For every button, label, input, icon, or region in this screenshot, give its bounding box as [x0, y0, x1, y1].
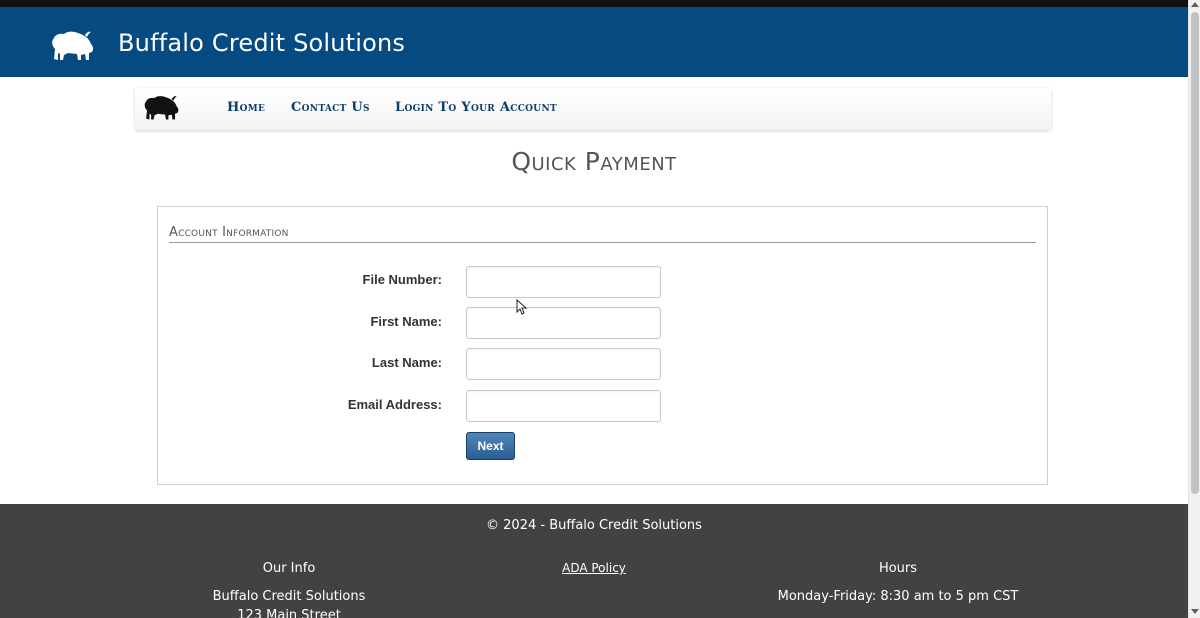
nav-login-link[interactable]: Login To Your Account	[395, 100, 557, 115]
file-number-label: File Number:	[362, 272, 442, 287]
scroll-thumb[interactable]	[1191, 12, 1199, 494]
scroll-down-arrow-icon[interactable]	[1191, 609, 1199, 614]
email-input[interactable]	[466, 390, 661, 422]
page-scrollbar[interactable]	[1188, 0, 1200, 618]
first-name-label: First Name:	[370, 314, 442, 329]
site-title: Buffalo Credit Solutions	[118, 29, 406, 57]
main-nav: Home Contact Us Login To Your Account	[135, 88, 1051, 130]
last-name-label: Last Name:	[371, 355, 442, 370]
copyright-text: © 2024 - Buffalo Credit Solutions	[486, 518, 702, 533]
page: Buffalo Credit Solutions Home Contact Us…	[0, 0, 1200, 618]
site-header: Buffalo Credit Solutions	[0, 7, 1188, 77]
bison-icon[interactable]	[141, 94, 181, 122]
nav-home-link[interactable]: Home	[227, 100, 265, 115]
page-title: Quick Payment	[511, 147, 677, 176]
next-button[interactable]: Next	[466, 432, 515, 460]
file-number-input[interactable]	[466, 266, 661, 298]
scroll-up-arrow-icon[interactable]	[1191, 2, 1199, 7]
nav-contact-link[interactable]: Contact Us	[291, 100, 370, 115]
account-info-panel: Account Information File Number: First N…	[157, 206, 1048, 485]
section-title: Account Information	[169, 225, 289, 240]
site-footer: © 2024 - Buffalo Credit Solutions Our In…	[0, 504, 1188, 618]
first-name-input[interactable]	[466, 307, 661, 339]
mouse-pointer-icon	[516, 299, 528, 315]
last-name-input[interactable]	[466, 348, 661, 380]
street-address: 123 Main Street	[237, 608, 341, 618]
section-divider	[169, 242, 1036, 243]
company-name: Buffalo Credit Solutions	[212, 589, 366, 604]
hours-text: Monday-Friday: 8:30 am to 5 pm CST	[777, 589, 1019, 604]
hours-heading: Hours	[878, 561, 918, 576]
ada-policy-link[interactable]: ADA Policy	[562, 561, 626, 575]
bison-icon[interactable]	[48, 29, 96, 63]
email-label: Email Address:	[347, 397, 442, 412]
top-strip	[0, 0, 1188, 7]
